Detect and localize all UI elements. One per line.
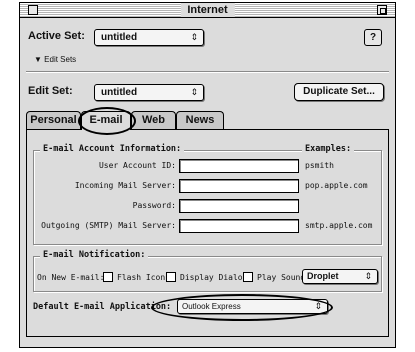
edit-set-label: Edit Set: <box>28 85 73 97</box>
password-label: Password: <box>132 201 176 210</box>
edit-sets-label: Edit Sets <box>44 55 77 64</box>
active-set-label: Active Set: <box>28 30 85 42</box>
popup-arrows-icon: ⇕ <box>190 32 198 42</box>
tab-email[interactable]: E-mail <box>81 111 131 130</box>
tab-web[interactable]: Web <box>131 111 176 129</box>
edit-set-value: untitled <box>101 87 138 98</box>
internet-window: Internet Active Set: untitled ⇕ ? ▼ Edit… <box>19 2 396 348</box>
popup-arrows-icon: ⇕ <box>314 301 322 311</box>
incoming-server-example: pop.apple.com <box>305 181 368 190</box>
play-sound-checkbox[interactable] <box>243 272 253 282</box>
active-set-popup[interactable]: untitled ⇕ <box>94 29 204 46</box>
outgoing-server-example: smtp.apple.com <box>305 221 373 230</box>
disclosure-triangle-icon: ▼ <box>34 55 42 64</box>
on-new-email-label: On New E-mail: <box>37 273 105 282</box>
title-bar[interactable]: Internet <box>20 3 395 18</box>
tab-news[interactable]: News <box>176 111 224 129</box>
popup-arrows-icon: ⇕ <box>364 271 372 281</box>
user-account-id-label: User Account ID: <box>98 161 176 170</box>
incoming-server-field[interactable] <box>179 179 299 193</box>
examples-title: Examples: <box>302 144 355 154</box>
outgoing-server-field[interactable] <box>179 219 299 233</box>
outgoing-server-label: Outgoing (SMTP) Mail Server: <box>41 221 176 230</box>
active-set-value: untitled <box>101 32 138 43</box>
popup-arrows-icon: ⇕ <box>190 87 198 97</box>
question-icon: ? <box>369 32 377 43</box>
flash-icon-label: Flash Icon <box>117 273 166 282</box>
notification-title: E-mail Notification: <box>40 250 149 260</box>
sound-value: Droplet <box>307 271 339 281</box>
edit-sets-disclosure[interactable]: ▼ Edit Sets <box>34 55 76 64</box>
account-info-title: E-mail Account Information: <box>40 144 185 154</box>
password-field[interactable] <box>179 199 299 213</box>
tab-personal[interactable]: Personal <box>26 111 81 129</box>
default-app-label: Default E-mail Application: <box>33 302 172 312</box>
screen: Internet Active Set: untitled ⇕ ? ▼ Edit… <box>0 0 415 352</box>
incoming-server-label: Incoming Mail Server: <box>74 181 176 190</box>
divider <box>26 71 389 73</box>
sound-popup[interactable]: Droplet ⇕ <box>302 269 378 284</box>
help-button[interactable]: ? <box>364 29 382 46</box>
account-info-group: E-mail Account Information: Examples: Us… <box>33 144 382 245</box>
display-dialog-label: Display Dialog <box>180 273 248 282</box>
notification-group: E-mail Notification: On New E-mail: Flas… <box>33 250 382 292</box>
edit-set-popup[interactable]: untitled ⇕ <box>94 84 204 101</box>
duplicate-set-button[interactable]: Duplicate Set... <box>294 83 384 101</box>
email-tab-panel: E-mail Account Information: Examples: Us… <box>26 129 389 337</box>
default-app-value: Outlook Express <box>182 302 241 311</box>
close-box[interactable] <box>28 5 38 15</box>
flash-icon-checkbox[interactable] <box>103 272 113 282</box>
window-title: Internet <box>180 3 235 17</box>
display-dialog-checkbox[interactable] <box>166 272 176 282</box>
default-app-popup[interactable]: Outlook Express ⇕ <box>177 299 328 314</box>
user-account-id-field[interactable] <box>179 159 299 173</box>
zoom-box[interactable] <box>377 5 387 15</box>
user-account-id-example: psmith <box>305 161 334 170</box>
